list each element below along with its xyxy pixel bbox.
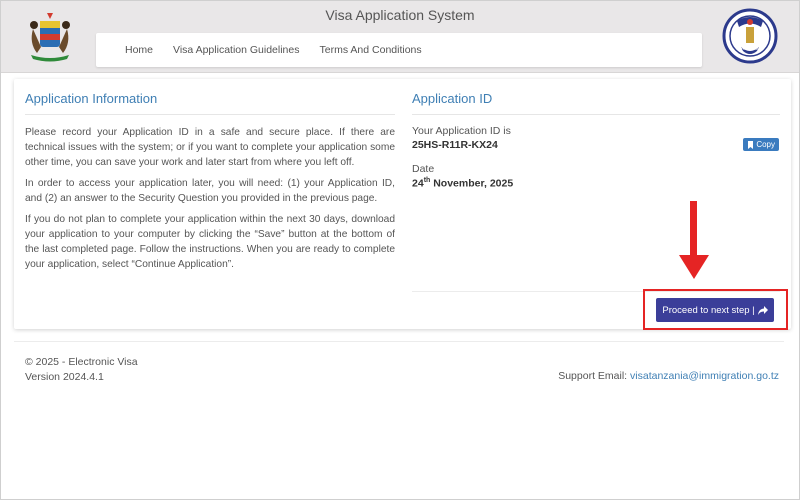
application-info-section: Application Information Please record yo… [25, 91, 395, 278]
copy-button[interactable]: Copy [743, 138, 779, 151]
copy-button-label: Copy [756, 140, 775, 149]
footer-copyright: © 2025 - Electronic Visa [25, 356, 138, 368]
application-id-section: Application ID Your Application ID is 25… [412, 91, 780, 190]
immigration-badge-icon: TANZANIA [722, 8, 778, 64]
footer-version: Version 2024.4.1 [25, 371, 104, 383]
application-id-title: Application ID [412, 91, 780, 115]
bookmark-icon [748, 140, 754, 149]
date-day: 24 [412, 177, 424, 190]
application-id-label: Your Application ID is [412, 125, 511, 137]
date-rest: November, 2025 [430, 177, 514, 190]
application-info-title: Application Information [25, 91, 395, 115]
main-nav: Home Visa Application Guidelines Terms A… [96, 33, 702, 67]
support-email-label: Support Email: [558, 370, 628, 382]
down-arrow-icon [679, 201, 709, 279]
header-bar: Visa Application System Home Visa Applic… [1, 1, 799, 73]
application-id-value: 25HS-R11R-KX24 [412, 139, 498, 151]
nav-home[interactable]: Home [125, 44, 153, 56]
proceed-next-step-button[interactable]: Proceed to next step | [656, 298, 774, 322]
info-paragraph-2: In order to access your application late… [25, 178, 395, 204]
site-title: Visa Application System [325, 7, 475, 23]
footer-support: Support Email: visatanzania@immigration.… [558, 370, 779, 382]
proceed-button-label: Proceed to next step | [662, 304, 755, 316]
support-email-link[interactable]: visatanzania@immigration.go.tz [630, 370, 779, 382]
share-arrow-icon [757, 305, 768, 315]
footer-left: © 2025 - Electronic Visa Version 2024.4.… [25, 355, 138, 385]
nav-terms[interactable]: Terms And Conditions [320, 44, 422, 56]
date-label: Date [412, 163, 435, 175]
info-paragraph-1: Please record your Application ID in a s… [25, 127, 395, 168]
nav-visa-guidelines[interactable]: Visa Application Guidelines [173, 44, 299, 56]
badge-text: TANZANIA [738, 46, 763, 52]
footer-divider [14, 341, 784, 342]
date-value: 24th November, 2025 [412, 177, 780, 190]
info-paragraph-3: If you do not plan to complete your appl… [25, 214, 395, 270]
